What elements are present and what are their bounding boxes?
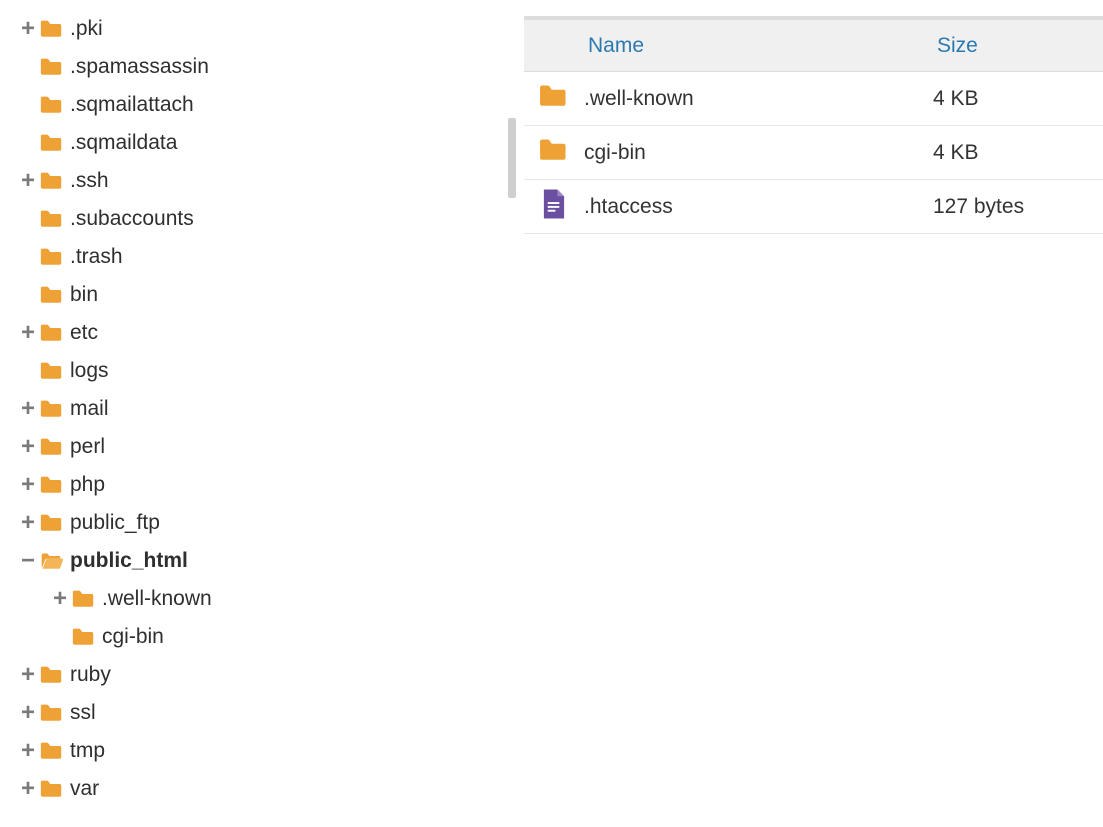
file-size: 127 bytes — [933, 195, 1103, 219]
file-size: 4 KB — [933, 141, 1103, 165]
file-row[interactable]: .htaccess127 bytes — [524, 180, 1103, 234]
tree-item-label: ruby — [70, 663, 111, 687]
tree-item-label: public_ftp — [70, 511, 160, 535]
tree-expand-toggle[interactable]: + — [18, 169, 38, 193]
tree-item-label: public_html — [70, 549, 188, 573]
folder-icon — [40, 285, 64, 305]
tree-item-label: ssl — [70, 701, 96, 725]
file-row[interactable]: cgi-bin4 KB — [524, 126, 1103, 180]
tree-expand-toggle[interactable]: + — [18, 777, 38, 801]
column-header-name[interactable]: Name — [584, 34, 644, 57]
tree-item[interactable]: bin — [0, 276, 500, 314]
tree-item-label: .subaccounts — [70, 207, 194, 231]
tree-item[interactable]: + var — [0, 770, 500, 808]
tree-item[interactable]: + public_ftp — [0, 504, 500, 542]
folder-icon — [40, 779, 64, 799]
column-header-size[interactable]: Size — [933, 34, 978, 57]
tree-item[interactable]: + etc — [0, 314, 500, 352]
tree-item-label: tmp — [70, 739, 105, 763]
tree-item[interactable]: + tmp — [0, 732, 500, 770]
folder-icon — [40, 399, 64, 419]
tree-expand-toggle[interactable]: + — [18, 321, 38, 345]
tree-item[interactable]: + .ssh — [0, 162, 500, 200]
tree-expand-toggle[interactable]: + — [18, 663, 38, 687]
folder-icon — [40, 171, 64, 191]
tree-collapse-toggle[interactable]: − — [18, 549, 38, 573]
tree-expand-toggle[interactable]: + — [18, 473, 38, 497]
tree-item[interactable]: .trash — [0, 238, 500, 276]
tree-item[interactable]: + .well-known — [0, 580, 500, 618]
file-size: 4 KB — [933, 87, 1103, 111]
tree-item[interactable]: + perl — [0, 428, 500, 466]
pane-splitter[interactable] — [500, 0, 524, 827]
file-list-header: Name Size — [524, 18, 1103, 72]
folder-icon — [40, 95, 64, 115]
folder-icon — [72, 627, 96, 647]
tree-item-label: perl — [70, 435, 105, 459]
tree-item-label: mail — [70, 397, 109, 421]
folder-icon — [40, 703, 64, 723]
file-row[interactable]: .well-known4 KB — [524, 72, 1103, 126]
tree-item[interactable]: .subaccounts — [0, 200, 500, 238]
tree-expand-toggle[interactable]: + — [18, 739, 38, 763]
folder-icon — [539, 137, 569, 169]
folder-icon — [40, 475, 64, 495]
tree-item[interactable]: .sqmaildata — [0, 124, 500, 162]
tree-expand-toggle[interactable]: + — [18, 397, 38, 421]
folder-icon — [40, 665, 64, 685]
tree-item-label: .sqmaildata — [70, 131, 177, 155]
tree-item[interactable]: cgi-bin — [0, 618, 500, 656]
tree-item[interactable]: + ruby — [0, 656, 500, 694]
folder-icon — [40, 741, 64, 761]
tree-expand-toggle[interactable]: + — [18, 435, 38, 459]
tree-item-label: .spamassassin — [70, 55, 209, 79]
tree-expand-toggle[interactable]: + — [50, 587, 70, 611]
file-name: .well-known — [584, 87, 933, 111]
tree-item[interactable]: + php — [0, 466, 500, 504]
tree-item[interactable]: logs — [0, 352, 500, 390]
tree-item-label: .sqmailattach — [70, 93, 194, 117]
tree-item-label: var — [70, 777, 99, 801]
folder-icon — [40, 437, 64, 457]
folder-icon — [40, 19, 64, 39]
tree-item[interactable]: + ssl — [0, 694, 500, 732]
file-name: cgi-bin — [584, 141, 933, 165]
folder-icon — [40, 513, 64, 533]
tree-expand-toggle[interactable]: + — [18, 701, 38, 725]
folder-icon — [40, 57, 64, 77]
tree-item-label: .ssh — [70, 169, 109, 193]
folder-icon — [40, 133, 64, 153]
folder-icon — [72, 589, 96, 609]
folder-open-icon — [40, 551, 64, 571]
tree-item-label: cgi-bin — [102, 625, 164, 649]
folder-icon — [40, 323, 64, 343]
tree-item-label: php — [70, 473, 105, 497]
tree-item[interactable]: .spamassassin — [0, 48, 500, 86]
tree-item-label: .well-known — [102, 587, 212, 611]
folder-icon — [40, 209, 64, 229]
file-name: .htaccess — [584, 195, 933, 219]
tree-item[interactable]: + mail — [0, 390, 500, 428]
folder-icon — [539, 83, 569, 115]
tree-item[interactable]: + .pki — [0, 10, 500, 48]
tree-item[interactable]: .sqmailattach — [0, 86, 500, 124]
tree-item-label: etc — [70, 321, 98, 345]
tree-item-label: logs — [70, 359, 109, 383]
tree-expand-toggle[interactable]: + — [18, 511, 38, 535]
folder-icon — [40, 361, 64, 381]
splitter-handle-icon — [508, 118, 516, 198]
tree-item-label: .trash — [70, 245, 123, 269]
tree-expand-toggle[interactable]: + — [18, 17, 38, 41]
folder-tree-sidebar: + .pki .spamassassin .sqmailattach .sqmailda… — [0, 0, 500, 827]
document-file-icon — [541, 189, 567, 225]
file-list-panel: Name Size .well-known4 KBcgi-bin4 KB.hta… — [524, 0, 1103, 827]
tree-item[interactable]: − public_html — [0, 542, 500, 580]
tree-item-label: .pki — [70, 17, 103, 41]
tree-item-label: bin — [70, 283, 98, 307]
folder-icon — [40, 247, 64, 267]
